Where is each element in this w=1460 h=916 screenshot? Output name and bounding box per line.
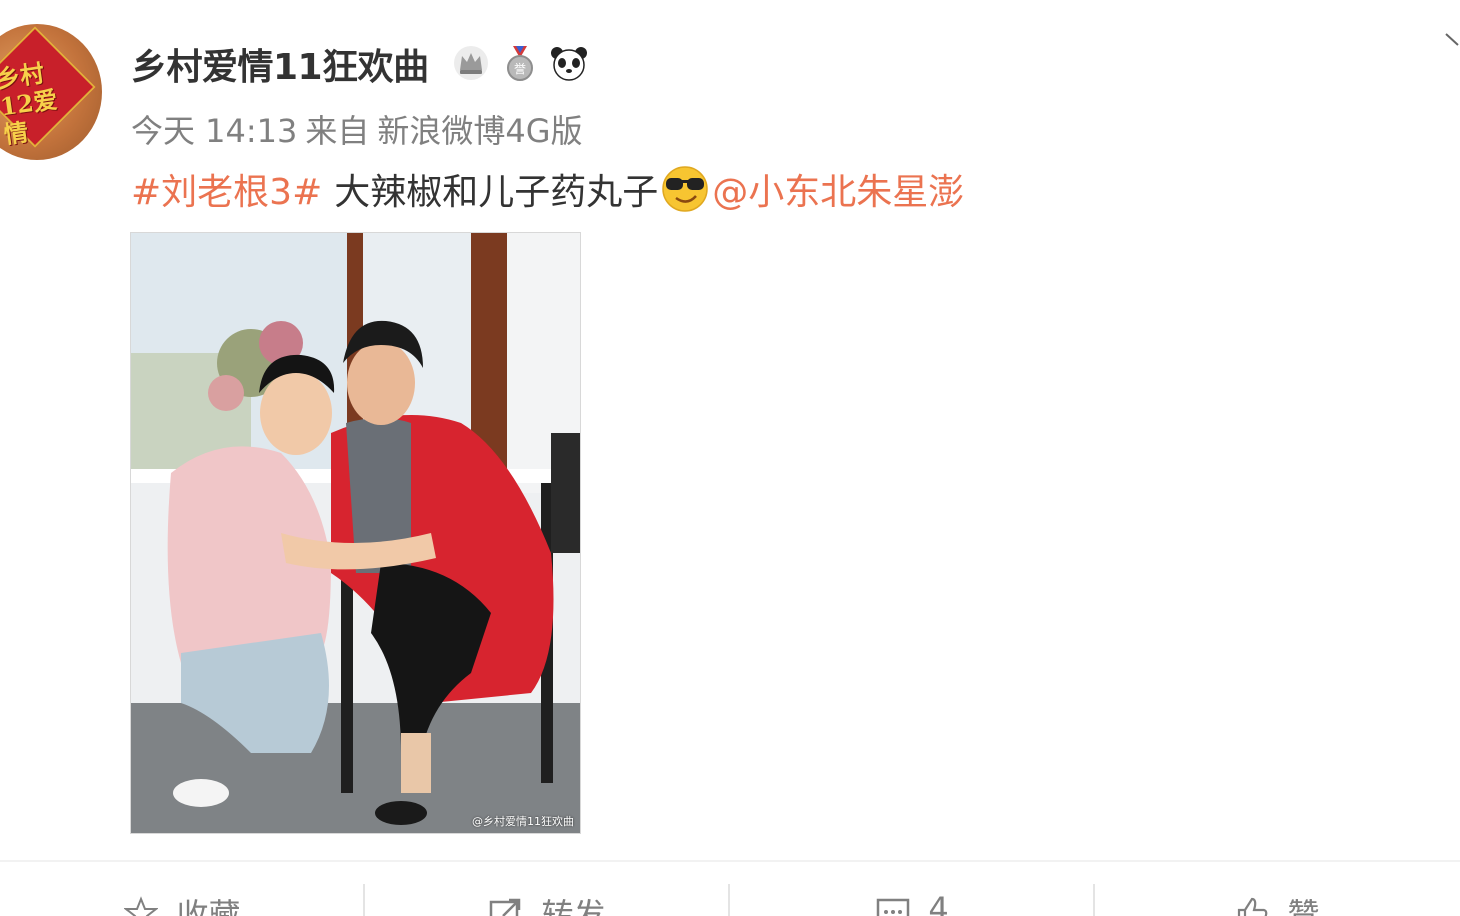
post-time[interactable]: 今天 14:13 bbox=[131, 112, 297, 150]
mention-link[interactable]: @小东北朱星澎 bbox=[712, 163, 964, 215]
post-source[interactable]: 新浪微博4G版 bbox=[377, 112, 582, 150]
like-button[interactable]: 赞 bbox=[1095, 862, 1460, 916]
photo-scene bbox=[131, 233, 580, 833]
svg-text:誉: 誉 bbox=[514, 62, 526, 76]
medal-icon[interactable]: 誉 bbox=[501, 44, 539, 82]
repost-icon bbox=[490, 898, 521, 916]
post-meta: 今天 14:13 来自 新浪微博4G版 bbox=[131, 106, 591, 152]
like-label: 赞 bbox=[1287, 896, 1320, 916]
action-bar: 收藏 转发 4 赞 bbox=[0, 862, 1460, 916]
post-body-text: 大辣椒和儿子药丸子 bbox=[334, 172, 659, 213]
panda-icon[interactable] bbox=[550, 44, 588, 82]
chevron-down-icon[interactable] bbox=[1444, 30, 1460, 46]
post-photo[interactable]: @乡村爱情11狂欢曲 bbox=[130, 232, 581, 834]
sunglasses-emoji-icon bbox=[662, 166, 708, 212]
hashtag-link[interactable]: #刘老根3# bbox=[131, 163, 322, 215]
comment-count: 4 bbox=[928, 890, 949, 916]
crown-icon[interactable] bbox=[452, 44, 490, 82]
repost-label: 转发 bbox=[541, 896, 606, 916]
photo-watermark: @乡村爱情11狂欢曲 bbox=[472, 815, 574, 828]
favorite-label: 收藏 bbox=[176, 896, 241, 916]
avatar[interactable]: 乡村12爱情 bbox=[0, 24, 102, 160]
star-icon bbox=[124, 896, 159, 916]
source-prefix: 来自 bbox=[305, 112, 370, 150]
comment-icon bbox=[877, 898, 910, 916]
thumbs-up-icon bbox=[1238, 897, 1268, 916]
avatar-logo-text: 乡村12爱情 bbox=[0, 58, 60, 150]
comment-button[interactable]: 4 bbox=[730, 862, 1095, 916]
username[interactable]: 乡村爱情11狂欢曲 bbox=[131, 38, 429, 90]
favorite-button[interactable]: 收藏 bbox=[0, 862, 365, 916]
repost-button[interactable]: 转发 bbox=[365, 862, 730, 916]
post-text: #刘老根3# 大辣椒和儿子药丸子 @小东北朱星澎 bbox=[131, 163, 964, 215]
